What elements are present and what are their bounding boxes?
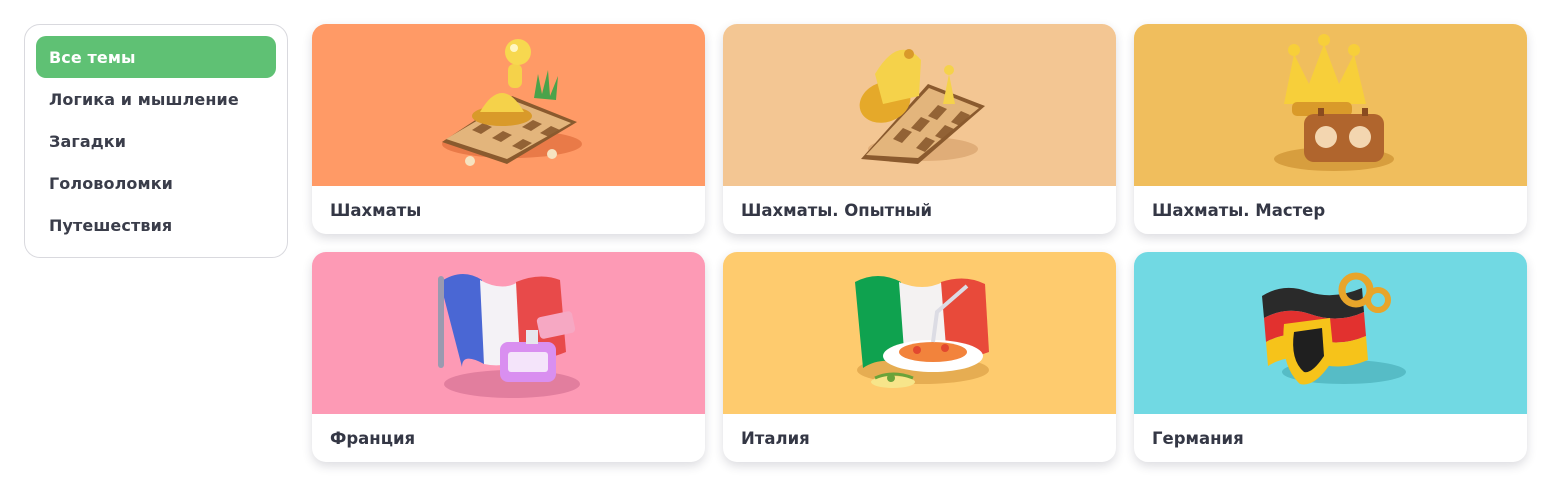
germany-flag-pretzel-icon <box>1262 272 1406 385</box>
card-france-title: Франция <box>330 428 416 448</box>
france-flag-perfume-icon <box>438 273 580 398</box>
card-chess-master-image <box>1134 24 1527 186</box>
chess-pawn-icon <box>442 39 582 166</box>
card-germany-title: Германия <box>1152 428 1244 448</box>
card-italy-title: Италия <box>741 428 810 448</box>
card-france-image <box>312 252 705 414</box>
sidebar-item-riddles[interactable]: Загадки <box>36 120 276 162</box>
italy-flag-pasta-icon <box>855 276 989 388</box>
card-chess-master-title: Шахматы. Мастер <box>1152 200 1326 220</box>
card-germany-image <box>1134 252 1527 414</box>
card-germany[interactable]: Германия <box>1134 252 1527 462</box>
card-chess[interactable]: Шахматы <box>312 24 705 234</box>
topics-sidebar: Все темы Логика и мышление Загадки Голов… <box>24 24 288 258</box>
chess-crown-clock-icon <box>1274 34 1394 171</box>
sidebar-item-puzzles[interactable]: Головоломки <box>36 162 276 204</box>
card-italy-image <box>723 252 1116 414</box>
chess-knight-icon <box>859 49 985 164</box>
card-chess-experienced[interactable]: Шахматы. Опытный <box>723 24 1116 234</box>
card-chess-title: Шахматы <box>330 200 422 220</box>
sidebar-item-logic[interactable]: Логика и мышление <box>36 78 276 120</box>
sidebar-item-all-topics[interactable]: Все темы <box>36 36 276 78</box>
sidebar-item-travel[interactable]: Путешествия <box>36 204 276 246</box>
card-chess-master[interactable]: Шахматы. Мастер <box>1134 24 1527 234</box>
card-chess-experienced-image <box>723 24 1116 186</box>
card-france[interactable]: Франция <box>312 252 705 462</box>
card-chess-experienced-title: Шахматы. Опытный <box>741 200 933 220</box>
card-italy[interactable]: Италия <box>723 252 1116 462</box>
card-chess-image <box>312 24 705 186</box>
